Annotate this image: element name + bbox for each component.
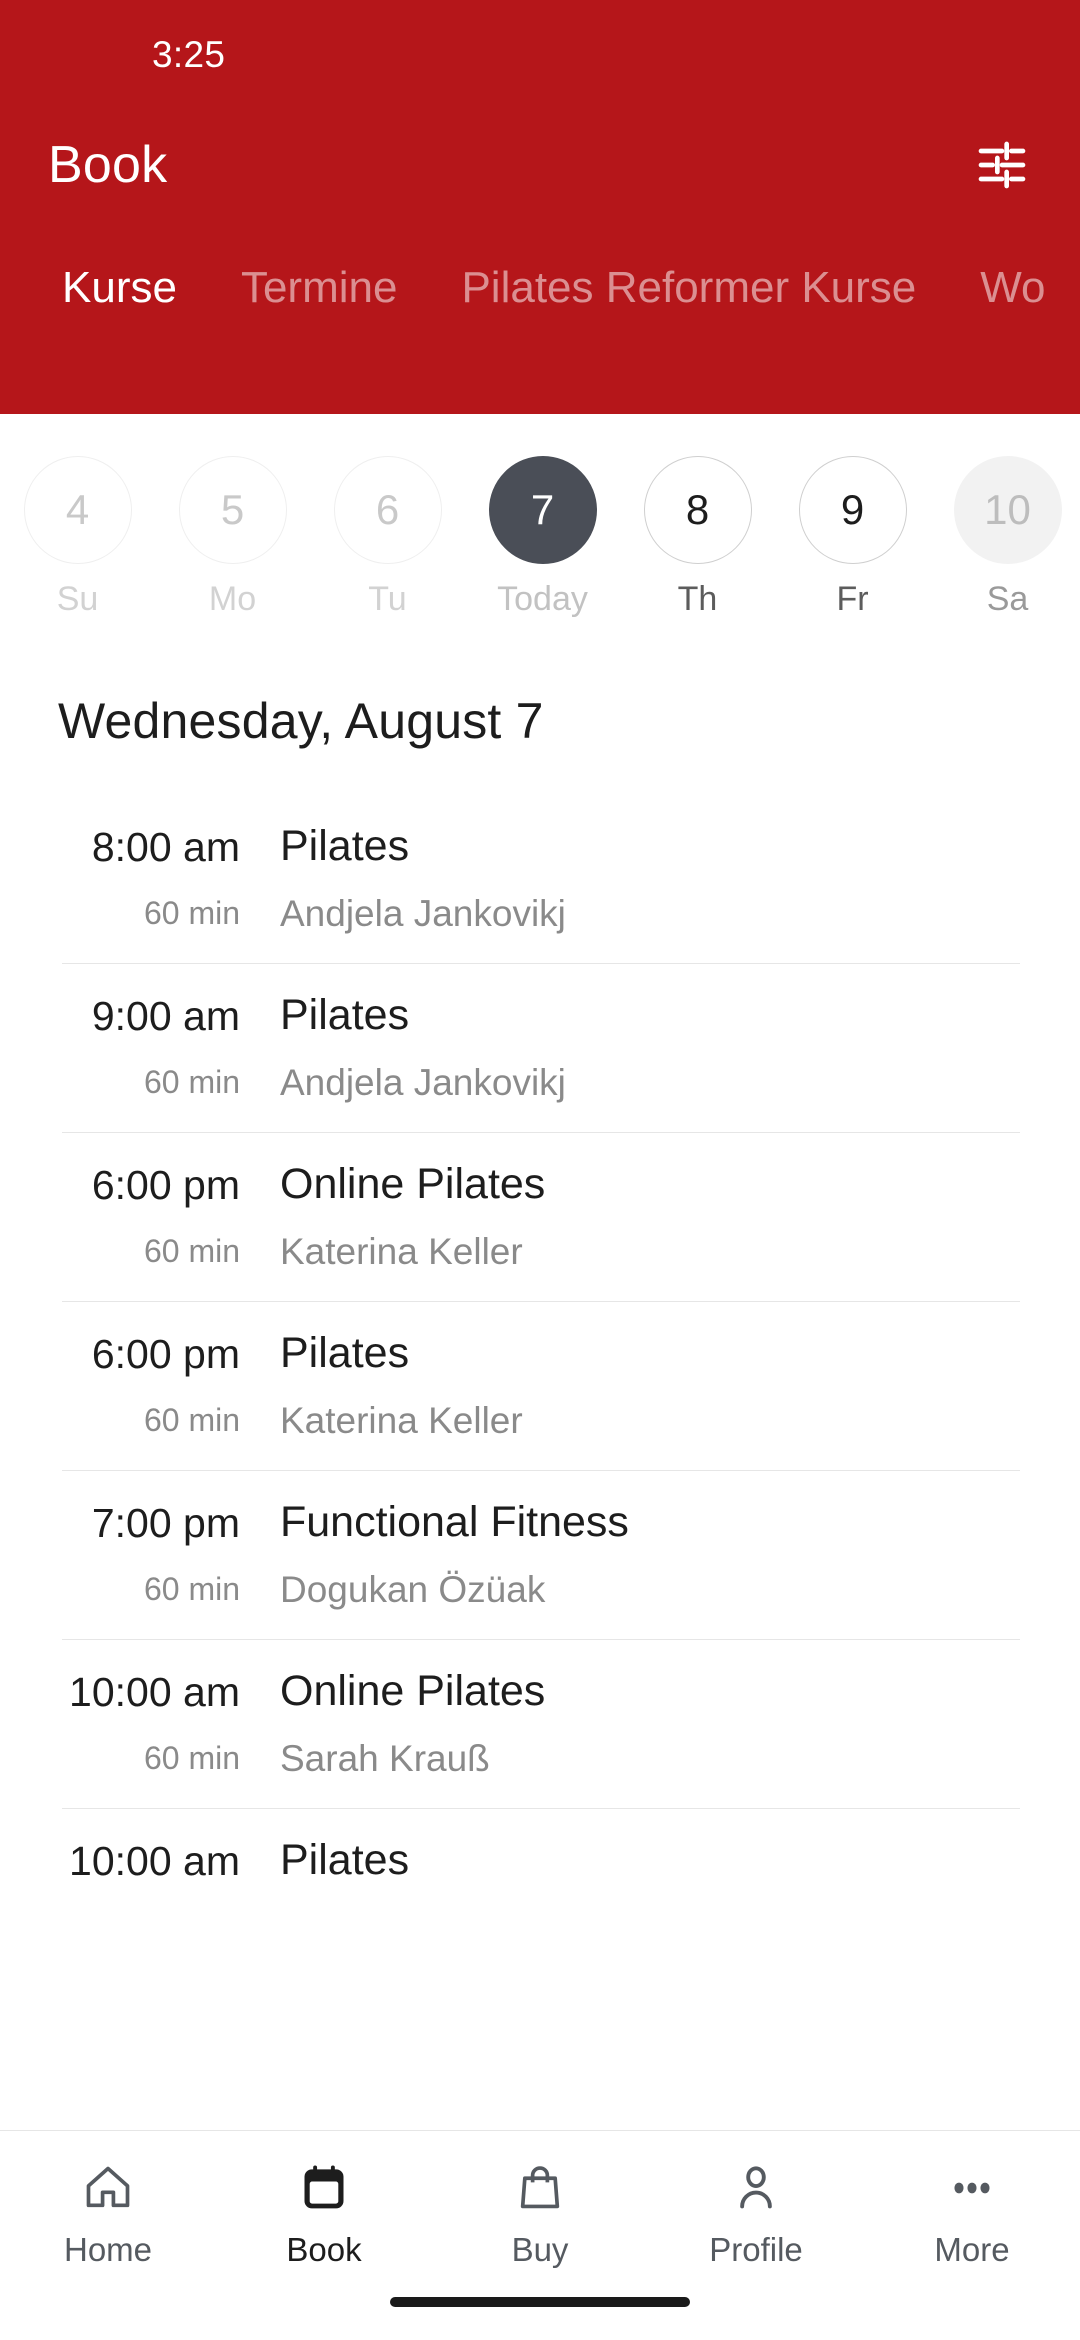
nav-label: Book [286, 2231, 362, 2268]
class-info-column: Pilates Andjela Jankovikj [280, 820, 566, 935]
date-selector[interactable]: 4 Su 5 Mo 6 Tu 7 Today 8 Th 9 Fr 10 Sa [0, 414, 1080, 644]
date-number: 8 [643, 456, 752, 564]
date-chip-8[interactable]: 8 Th [620, 456, 775, 619]
class-coach: Katerina Keller [280, 1231, 523, 1272]
class-duration: 60 min [143, 895, 240, 931]
date-chip-4[interactable]: 4 Su [0, 456, 155, 619]
class-duration: 60 min [143, 1402, 240, 1438]
class-start-time: 6:00 pm [91, 1162, 240, 1208]
title-bar: Book [0, 110, 1080, 220]
date-weekday: Su [56, 580, 99, 618]
ellipsis-icon [946, 2157, 998, 2219]
table-row[interactable]: 8:00 am 60 min Pilates Andjela Jankovikj [0, 794, 1080, 963]
class-duration: 60 min [143, 1571, 240, 1607]
tab-pilates-reformer-kurse[interactable]: Pilates Reformer Kurse [429, 266, 948, 310]
date-chip-9[interactable]: 9 Fr [775, 456, 930, 619]
class-time-column: 6:00 pm 60 min [0, 1327, 280, 1439]
nav-item-home[interactable]: Home [0, 2157, 216, 2269]
status-bar: 3:25 [0, 0, 1080, 110]
person-icon [730, 2157, 782, 2219]
class-start-time: 10:00 am [69, 1838, 240, 1884]
class-name: Pilates [280, 991, 410, 1039]
tab-workshops[interactable]: Wo [948, 266, 1077, 310]
selected-day-title: Wednesday, August 7 [58, 693, 544, 749]
date-chip-6[interactable]: 6 Tu [310, 456, 465, 619]
class-name: Pilates [280, 822, 410, 870]
page-title: Book [48, 136, 168, 194]
table-row[interactable]: 10:00 am Pilates [0, 1808, 1080, 1937]
class-name: Online Pilates [280, 1667, 546, 1715]
class-info-column: Online Pilates Sarah Krauß [280, 1665, 545, 1780]
status-bar-clock: 3:25 [152, 34, 226, 75]
class-time-column: 7:00 pm 60 min [0, 1496, 280, 1608]
nav-item-more[interactable]: More [864, 2157, 1080, 2269]
bottom-navigation-bar: Home Book Buy Profile More [0, 2130, 1080, 2340]
class-name: Pilates [280, 1329, 410, 1377]
class-info-column: Pilates [280, 1834, 409, 1907]
nav-item-profile[interactable]: Profile [648, 2157, 864, 2269]
class-name: Online Pilates [280, 1160, 546, 1208]
class-info-column: Pilates Katerina Keller [280, 1327, 523, 1442]
class-time-column: 9:00 am 60 min [0, 989, 280, 1101]
home-icon [82, 2157, 134, 2219]
class-start-time: 8:00 am [91, 824, 240, 870]
date-chip-5[interactable]: 5 Mo [155, 456, 310, 619]
tab-kurse[interactable]: Kurse [30, 266, 209, 310]
date-chip-7-today-selected[interactable]: 7 Today [465, 456, 620, 619]
nav-label: Profile [709, 2231, 803, 2268]
class-schedule-list: 8:00 am 60 min Pilates Andjela Jankovikj… [0, 794, 1080, 1937]
calendar-icon [298, 2157, 350, 2219]
date-weekday: Mo [208, 580, 257, 618]
date-weekday: Tu [368, 580, 407, 618]
date-number: 10 [953, 456, 1062, 564]
date-weekday: Today [497, 580, 588, 618]
class-info-column: Online Pilates Katerina Keller [280, 1158, 545, 1273]
nav-label: Buy [511, 2231, 569, 2268]
date-number: 5 [178, 456, 287, 564]
class-time-column: 10:00 am 60 min [0, 1665, 280, 1777]
class-start-time: 6:00 pm [91, 1331, 240, 1377]
date-number: 6 [333, 456, 442, 564]
class-duration: 60 min [143, 1064, 240, 1100]
date-weekday: Th [677, 580, 718, 618]
class-name: Functional Fitness [280, 1498, 629, 1546]
class-info-column: Functional Fitness Dogukan Özüak [280, 1496, 629, 1611]
nav-label: Home [63, 2231, 153, 2268]
class-coach: Andjela Jankovikj [280, 893, 566, 934]
table-row[interactable]: 9:00 am 60 min Pilates Andjela Jankovikj [0, 963, 1080, 1132]
class-coach: Dogukan Özüak [280, 1569, 546, 1610]
date-weekday: Fr [836, 580, 869, 618]
date-number: 7 [488, 456, 597, 564]
nav-label: More [934, 2231, 1010, 2268]
class-coach: Andjela Jankovikj [280, 1062, 566, 1103]
tune-filter-icon[interactable] [974, 137, 1030, 193]
class-info-column: Pilates Andjela Jankovikj [280, 989, 566, 1104]
date-number: 9 [798, 456, 907, 564]
class-name: Pilates [280, 1836, 410, 1884]
tab-termine[interactable]: Termine [209, 266, 430, 310]
table-row[interactable]: 6:00 pm 60 min Pilates Katerina Keller [0, 1301, 1080, 1470]
category-tabs[interactable]: Kurse Termine Pilates Reformer Kurse Wo [0, 266, 1080, 310]
table-row[interactable]: 6:00 pm 60 min Online Pilates Katerina K… [0, 1132, 1080, 1301]
class-coach: Sarah Krauß [280, 1738, 490, 1779]
bag-icon [514, 2157, 566, 2219]
class-duration: 60 min [143, 1740, 240, 1776]
nav-item-book[interactable]: Book [216, 2157, 432, 2269]
table-row[interactable]: 7:00 pm 60 min Functional Fitness Doguka… [0, 1470, 1080, 1639]
class-coach: Katerina Keller [280, 1400, 523, 1441]
date-chip-10[interactable]: 10 Sa [930, 456, 1080, 619]
class-time-column: 6:00 pm 60 min [0, 1158, 280, 1270]
table-row[interactable]: 10:00 am 60 min Online Pilates Sarah Kra… [0, 1639, 1080, 1808]
class-time-column: 8:00 am 60 min [0, 820, 280, 932]
date-number: 4 [23, 456, 132, 564]
class-start-time: 9:00 am [91, 993, 240, 1039]
nav-item-buy[interactable]: Buy [432, 2157, 648, 2269]
app-header: 3:25 Book Kurse Termine Pilates Reformer… [0, 0, 1080, 414]
home-indicator[interactable] [390, 2297, 690, 2307]
class-time-column: 10:00 am [0, 1834, 280, 1909]
class-start-time: 7:00 pm [91, 1500, 240, 1546]
class-start-time: 10:00 am [69, 1669, 240, 1715]
class-duration: 60 min [143, 1233, 240, 1269]
date-weekday: Sa [986, 580, 1029, 618]
